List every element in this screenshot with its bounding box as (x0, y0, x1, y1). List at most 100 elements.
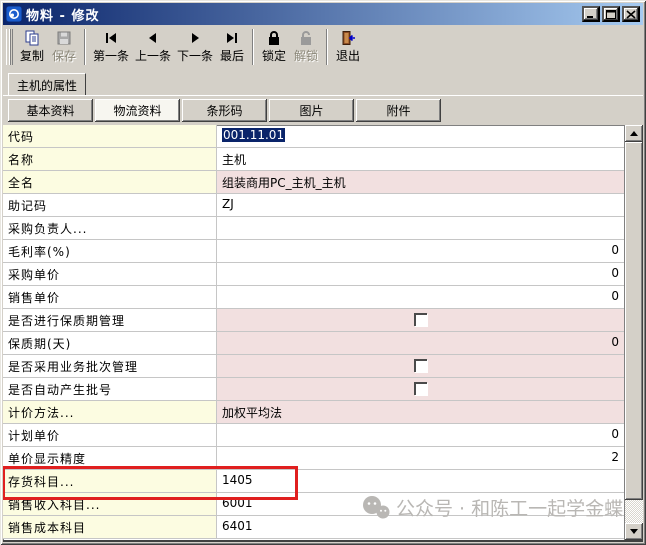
row-label: 助记码 (3, 194, 217, 216)
row-label: 销售单价 (3, 286, 217, 308)
field-planned-price[interactable]: 0 (217, 424, 624, 446)
toolbar-grip-handle[interactable] (6, 29, 13, 65)
field-batch-mgmt[interactable] (217, 355, 624, 377)
row-label: 全名 (3, 171, 217, 193)
toolbar-button-label: 上一条 (135, 47, 171, 64)
field-name[interactable]: 主机 (217, 148, 624, 170)
row-label: 计划单价 (3, 424, 217, 446)
scroll-up-icon (630, 131, 638, 136)
field-code[interactable]: 001.11.01 (217, 125, 624, 147)
scrollbar-track[interactable] (625, 500, 643, 523)
row-label: 毛利率(%) (3, 240, 217, 262)
titlebar: 物料 - 修改 (3, 3, 643, 25)
checkbox-shelf-life-mgmt[interactable] (414, 313, 427, 326)
row-auto-batch-no: 是否自动产生批号 (3, 378, 624, 401)
close-button[interactable] (622, 6, 640, 22)
minimize-button[interactable] (582, 6, 600, 22)
field-purchase-price[interactable]: 0 (217, 263, 624, 285)
lock-icon (265, 30, 283, 46)
tab-picture[interactable]: 图片 (269, 99, 354, 122)
toolbar: 复制保存第一条上一条下一条最后 锁定解锁退出 (3, 25, 643, 69)
scrollbar-thumb[interactable] (625, 142, 643, 500)
field-shelf-life-mgmt[interactable] (217, 309, 624, 331)
copy-icon (23, 30, 41, 46)
field-sales-cost-account[interactable]: 6401 (217, 516, 624, 538)
field-mnemonic-code[interactable]: ZJ (217, 194, 624, 216)
row-sales-cost-account: 销售成本科目6401 (3, 516, 624, 539)
field-inventory-account[interactable]: 1405 (217, 470, 624, 492)
maximize-button[interactable] (602, 6, 620, 22)
next-record-icon (186, 30, 204, 46)
window-title: 物料 - 修改 (26, 5, 576, 24)
field-price-precision[interactable]: 2 (217, 447, 624, 469)
row-label: 是否采用业务批次管理 (3, 355, 217, 377)
row-label: 名称 (3, 148, 217, 170)
toolbar-button-label: 下一条 (177, 47, 213, 64)
row-label: 保质期(天) (3, 332, 217, 354)
toolbar-button-label: 锁定 (262, 47, 286, 64)
tab-attachment[interactable]: 附件 (356, 99, 441, 122)
field-sales-revenue-account[interactable]: 6001 (217, 493, 624, 515)
toolbar-button-label: 保存 (52, 47, 76, 64)
row-pricing-method: 计价方法...加权平均法 (3, 401, 624, 424)
row-price-precision: 单价显示精度2 (3, 447, 624, 470)
row-shelf-life-mgmt: 是否进行保质期管理 (3, 309, 624, 332)
row-label: 销售收入科目... (3, 493, 217, 515)
toolbar-prev-button[interactable]: 上一条 (132, 27, 174, 67)
vertical-scrollbar[interactable] (624, 125, 643, 540)
maximize-icon (606, 10, 616, 19)
toolbar-lock-button[interactable]: 锁定 (258, 27, 290, 67)
field-auto-batch-no[interactable] (217, 378, 624, 400)
row-name: 名称主机 (3, 148, 624, 171)
row-mnemonic-code: 助记码ZJ (3, 194, 624, 217)
tab-basic[interactable]: 基本资料 (8, 99, 93, 122)
row-sale-price: 销售单价0 (3, 286, 624, 309)
window-controls (580, 6, 640, 22)
toolbar-button-label: 最后 (220, 47, 244, 64)
tab-label: 图片 (299, 102, 323, 119)
row-shelf-life-days: 保质期(天)0 (3, 332, 624, 355)
field-full-name[interactable]: 组装商用PC_主机_主机 (217, 171, 624, 193)
toolbar-exit-button[interactable]: 退出 (332, 27, 364, 67)
scroll-down-button[interactable] (625, 523, 643, 540)
close-icon (626, 10, 636, 19)
field-purchase-manager[interactable] (217, 217, 624, 239)
field-sale-price[interactable]: 0 (217, 286, 624, 308)
row-batch-mgmt: 是否采用业务批次管理 (3, 355, 624, 378)
property-grid-rows: 代码001.11.01名称主机全名组装商用PC_主机_主机助记码ZJ采购负责人.… (3, 125, 624, 540)
tab-barcode[interactable]: 条形码 (182, 99, 267, 122)
tab-entity-properties[interactable]: 主机的属性 (8, 73, 86, 95)
field-gross-margin[interactable]: 0 (217, 240, 624, 262)
toolbar-button-label: 复制 (20, 47, 44, 64)
toolbar-first-button[interactable]: 第一条 (90, 27, 132, 67)
last-record-icon (223, 30, 241, 46)
tab-strip: 主机的属性 (3, 69, 643, 96)
first-record-icon (102, 30, 120, 46)
toolbar-last-button[interactable]: 最后 (216, 27, 248, 67)
row-label: 存货科目... (3, 470, 217, 492)
row-sales-revenue-account: 销售收入科目...6001 (3, 493, 624, 516)
save-icon (55, 30, 73, 46)
row-label: 采购负责人... (3, 217, 217, 239)
scroll-down-icon (630, 529, 638, 534)
tab-label: 物流资料 (113, 102, 161, 119)
row-purchase-manager: 采购负责人... (3, 217, 624, 240)
row-label: 采购单价 (3, 263, 217, 285)
toolbar-separator (326, 29, 328, 65)
toolbar-next-button[interactable]: 下一条 (174, 27, 216, 67)
tab-logistics[interactable]: 物流资料 (95, 99, 180, 122)
toolbar-copy-button[interactable]: 复制 (16, 27, 48, 67)
selected-value-text: 001.11.01 (222, 128, 285, 142)
field-pricing-method[interactable]: 加权平均法 (217, 401, 624, 423)
checkbox-batch-mgmt[interactable] (414, 359, 427, 372)
row-label: 单价显示精度 (3, 447, 217, 469)
scroll-up-button[interactable] (625, 125, 643, 142)
row-inventory-account: 存货科目...1405 (3, 470, 624, 493)
kingdee-app-icon (6, 6, 22, 22)
tab-label: 基本资料 (26, 102, 74, 119)
checkbox-auto-batch-no[interactable] (414, 382, 427, 395)
tab-label: 条形码 (206, 102, 242, 119)
toolbar-separator (252, 29, 254, 65)
field-shelf-life-days[interactable]: 0 (217, 332, 624, 354)
toolbar-unlock-button: 解锁 (290, 27, 322, 67)
